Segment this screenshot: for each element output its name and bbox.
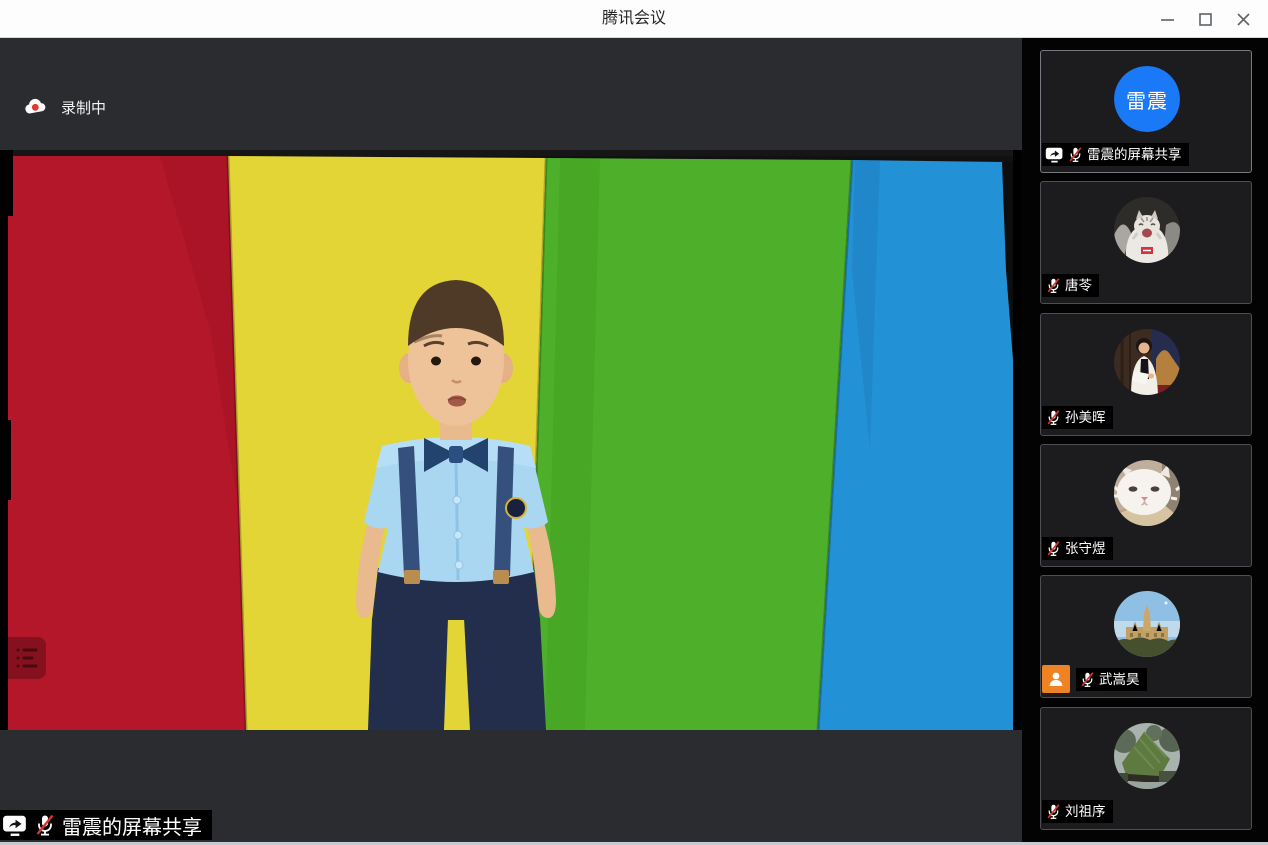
maximize-button[interactable]: [1186, 0, 1224, 38]
avatar: [1114, 329, 1180, 395]
avatar: 雷震: [1114, 66, 1180, 132]
palace-avatar-image: [1114, 591, 1180, 657]
person-badge: [1042, 665, 1070, 693]
maximize-icon: [1199, 13, 1212, 26]
mic-muted-icon: [1045, 277, 1062, 294]
window-title: 腾讯会议: [0, 0, 1268, 38]
participant-name: 刘祖序: [1065, 802, 1106, 821]
share-banner-text: 雷震的屏幕共享: [62, 811, 202, 840]
participant-name: 武嵩昊: [1099, 670, 1140, 689]
recording-label: 录制中: [61, 97, 106, 118]
participant-label: 雷震的屏幕共享: [1042, 143, 1189, 166]
avatar: [1114, 591, 1180, 657]
annotation-list-button[interactable]: [8, 637, 46, 679]
participant-tile-liuzuxu[interactable]: 刘祖序: [1040, 707, 1252, 830]
participant-tile-tangling[interactable]: 唐苓: [1040, 181, 1252, 304]
participant-name: 孙美晖: [1065, 408, 1106, 427]
shared-photo: [0, 150, 1013, 730]
mic-muted-icon: [1045, 540, 1062, 557]
participant-label: 张守煜: [1042, 537, 1113, 560]
white-cat-avatar-image: [1114, 460, 1180, 526]
participant-label: 唐苓: [1042, 274, 1099, 297]
participant-name: 雷震的屏幕共享: [1087, 145, 1182, 164]
share-banner: 雷震的屏幕共享: [0, 810, 212, 840]
close-icon: [1237, 13, 1250, 26]
avatar: [1114, 460, 1180, 526]
woman-presenter-avatar-image: [1114, 329, 1180, 395]
participants-sidebar: 雷震: [1022, 38, 1268, 845]
participant-tile-zhangshouyu[interactable]: 张守煜: [1040, 444, 1252, 567]
record-cloud-icon: [24, 98, 48, 116]
participant-label: 孙美晖: [1042, 406, 1113, 429]
person-icon: [1047, 670, 1065, 688]
meeting-window: 腾讯会议: [0, 0, 1268, 845]
list-tool-icon: [14, 644, 40, 672]
minimize-button[interactable]: [1148, 0, 1186, 38]
recording-indicator[interactable]: 录制中: [24, 94, 106, 120]
main-stage: 录制中: [0, 38, 1022, 845]
avatar: [1114, 197, 1180, 263]
participant-name: 张守煜: [1065, 539, 1106, 558]
participant-tile-wusonghao[interactable]: 武嵩昊: [1040, 575, 1252, 698]
participant-name: 唐苓: [1065, 276, 1092, 295]
mic-muted-icon: [33, 813, 57, 837]
window-controls: [1148, 0, 1262, 38]
screen-share-icon: [1045, 145, 1064, 164]
mic-muted-icon: [1045, 803, 1062, 820]
avatar-initials: 雷震: [1114, 66, 1180, 132]
participant-label: 武嵩昊: [1076, 668, 1147, 691]
mic-muted-icon: [1079, 671, 1096, 688]
shared-screen-content: [0, 150, 1022, 730]
screen-share-icon: [2, 812, 28, 838]
green-roof-house-avatar-image: [1114, 723, 1180, 789]
minimize-icon: [1161, 13, 1174, 26]
avatar: [1114, 723, 1180, 789]
mic-muted-icon: [1045, 409, 1062, 426]
cat-hoodie-avatar-image: [1114, 197, 1180, 263]
participant-tile-leizhen[interactable]: 雷震: [1040, 50, 1252, 173]
participant-tile-sunmeihui[interactable]: 孙美晖: [1040, 313, 1252, 436]
participant-label: 刘祖序: [1042, 800, 1113, 823]
mic-muted-icon: [1067, 146, 1084, 163]
close-button[interactable]: [1224, 0, 1262, 38]
titlebar: 腾讯会议: [0, 0, 1268, 38]
